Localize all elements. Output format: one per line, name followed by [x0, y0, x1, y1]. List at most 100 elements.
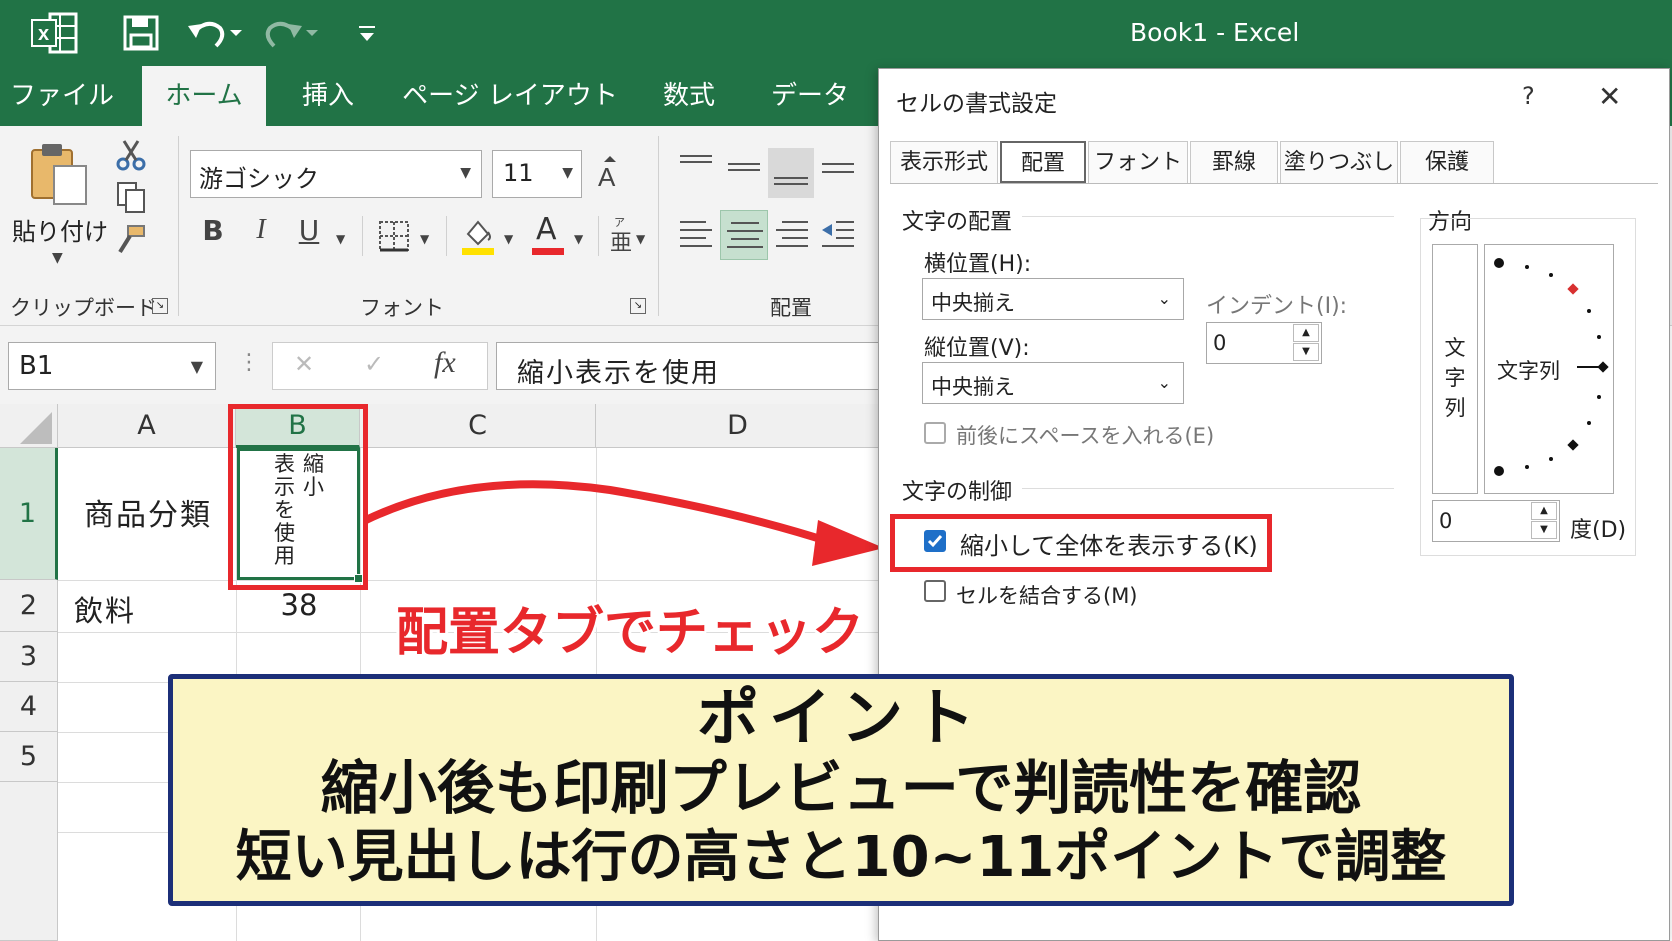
- orientation-dial[interactable]: 文字列: [1484, 244, 1614, 494]
- spinner-down-icon[interactable]: ▼: [1531, 521, 1557, 539]
- cell-a1[interactable]: 商品分類: [60, 490, 236, 534]
- tab-protection[interactable]: 保護: [1400, 141, 1494, 183]
- shrink-to-fit-checkbox[interactable]: [924, 530, 946, 552]
- underline-button[interactable]: U: [292, 214, 326, 247]
- format-painter-icon[interactable]: [114, 222, 148, 256]
- drag-handle-icon[interactable]: ⋮: [238, 350, 260, 375]
- font-size-value: 11: [503, 159, 534, 187]
- align-center-icon[interactable]: [720, 210, 768, 260]
- help-button[interactable]: ?: [1522, 82, 1535, 110]
- align-bottom-icon[interactable]: [768, 148, 814, 198]
- chevron-down-icon[interactable]: ▼: [336, 232, 345, 246]
- border-icon[interactable]: [378, 220, 410, 252]
- alignment-group-label: 配置: [770, 296, 812, 320]
- svg-text:x: x: [38, 23, 49, 45]
- divider: [1022, 488, 1394, 489]
- tab-border[interactable]: 罫線: [1190, 141, 1278, 183]
- align-top-icon[interactable]: [676, 150, 716, 186]
- chevron-down-icon: ▼: [190, 357, 203, 376]
- row-header-3[interactable]: 3: [0, 632, 58, 682]
- name-box-value: B1: [19, 351, 54, 381]
- vertical-text-char: 文: [1444, 336, 1466, 360]
- row-header-2[interactable]: 2: [0, 580, 58, 632]
- undo-icon[interactable]: [186, 14, 246, 52]
- indent-label: インデント(I):: [1206, 294, 1348, 319]
- redo-icon: [262, 14, 322, 52]
- vertical-value: 中央揃え: [931, 375, 1015, 399]
- row-header-4[interactable]: 4: [0, 682, 58, 732]
- arrow-icon: [364, 480, 884, 566]
- tab-file[interactable]: ファイル: [0, 66, 124, 126]
- clipboard-launcher-icon[interactable]: ↘: [152, 298, 168, 314]
- clipboard-icon[interactable]: [28, 142, 90, 206]
- cut-icon[interactable]: [114, 138, 148, 172]
- vertical-text-box[interactable]: 文 字 列: [1432, 244, 1478, 494]
- name-box[interactable]: B1 ▼: [8, 342, 216, 390]
- font-launcher-icon[interactable]: ↘: [630, 298, 646, 314]
- chevron-down-icon[interactable]: ▼: [52, 250, 63, 266]
- column-header-d[interactable]: D: [596, 404, 880, 448]
- align-middle-icon[interactable]: [724, 150, 764, 186]
- tab-data[interactable]: データ: [760, 66, 860, 126]
- tab-insert[interactable]: 挿入: [282, 66, 374, 126]
- row-header-1[interactable]: 1: [0, 448, 58, 580]
- close-icon[interactable]: ✕: [1598, 80, 1621, 113]
- indent-value: 0: [1213, 331, 1227, 355]
- save-icon[interactable]: [122, 14, 160, 52]
- spinner-down-icon[interactable]: ▼: [1293, 343, 1319, 361]
- increase-font-size-icon[interactable]: A: [596, 152, 624, 192]
- phonetic-guide-icon[interactable]: ア亜: [608, 214, 636, 256]
- font-size-select[interactable]: 11 ▼: [492, 150, 582, 198]
- chevron-down-icon[interactable]: ▼: [574, 232, 583, 246]
- select-all-corner[interactable]: [0, 404, 58, 448]
- fill-color-icon[interactable]: [460, 216, 496, 256]
- tab-formulas[interactable]: 数式: [644, 66, 734, 126]
- italic-button[interactable]: I: [244, 214, 278, 246]
- chevron-down-icon: ▼: [562, 165, 573, 181]
- excel-logo-icon[interactable]: x: [30, 10, 80, 56]
- fill-handle[interactable]: [354, 574, 363, 583]
- svg-text:ア: ア: [614, 216, 625, 229]
- align-right-icon[interactable]: [772, 214, 812, 254]
- customize-qat-icon[interactable]: [356, 24, 378, 44]
- tab-page-layout[interactable]: ページ レイアウト: [400, 66, 620, 126]
- distributed-label: 前後にスペースを入れる(E): [956, 424, 1215, 448]
- column-header-a[interactable]: A: [58, 404, 236, 448]
- cell-b1-line: 使: [274, 521, 295, 545]
- insert-function-icon[interactable]: fx: [434, 346, 456, 380]
- spinner-up-icon[interactable]: ▲: [1293, 324, 1319, 342]
- tab-home[interactable]: ホーム: [142, 66, 266, 126]
- align-left-icon[interactable]: [676, 214, 716, 254]
- spinner-up-icon[interactable]: ▲: [1531, 502, 1557, 520]
- degree-spinner[interactable]: 0 ▲ ▼: [1432, 500, 1560, 542]
- cell-a2[interactable]: 飲料: [74, 588, 136, 630]
- font-color-icon[interactable]: A: [530, 212, 566, 256]
- chevron-down-icon[interactable]: ▼: [420, 232, 429, 246]
- decrease-indent-icon[interactable]: [818, 214, 858, 254]
- cell-b2[interactable]: 38: [238, 588, 360, 622]
- orientation-icon[interactable]: [818, 150, 858, 186]
- tab-fill[interactable]: 塗りつぶし: [1280, 141, 1398, 183]
- bold-button[interactable]: B: [196, 214, 230, 247]
- svg-text:A: A: [598, 162, 616, 192]
- vertical-select[interactable]: 中央揃え ⌄: [922, 362, 1184, 404]
- copy-icon[interactable]: [114, 180, 148, 214]
- column-header-c[interactable]: C: [360, 404, 596, 448]
- paste-button[interactable]: 貼り付け: [10, 212, 110, 247]
- tab-alignment[interactable]: 配置: [1000, 141, 1086, 183]
- font-name-select[interactable]: 游ゴシック ▼: [190, 150, 482, 198]
- horizontal-select[interactable]: 中央揃え ⌄: [922, 278, 1184, 320]
- tab-font[interactable]: フォント: [1088, 141, 1188, 183]
- indent-spinner[interactable]: 0 ▲ ▼: [1206, 322, 1322, 364]
- cell-b1-line: を: [274, 498, 295, 522]
- font-color-swatch: [532, 248, 564, 255]
- enter-icon: ✓: [364, 350, 385, 378]
- chevron-down-icon[interactable]: ▼: [636, 232, 645, 246]
- chevron-down-icon[interactable]: ▼: [504, 232, 513, 246]
- tab-number-format[interactable]: 表示形式: [890, 141, 998, 183]
- distributed-checkbox[interactable]: [924, 422, 946, 444]
- row-header-5[interactable]: 5: [0, 732, 58, 782]
- formula-input[interactable]: 縮小表示を使用: [496, 342, 880, 390]
- cell-b1[interactable]: 表縮 示小 を 使 用: [237, 448, 363, 583]
- merge-cells-checkbox[interactable]: [924, 580, 946, 602]
